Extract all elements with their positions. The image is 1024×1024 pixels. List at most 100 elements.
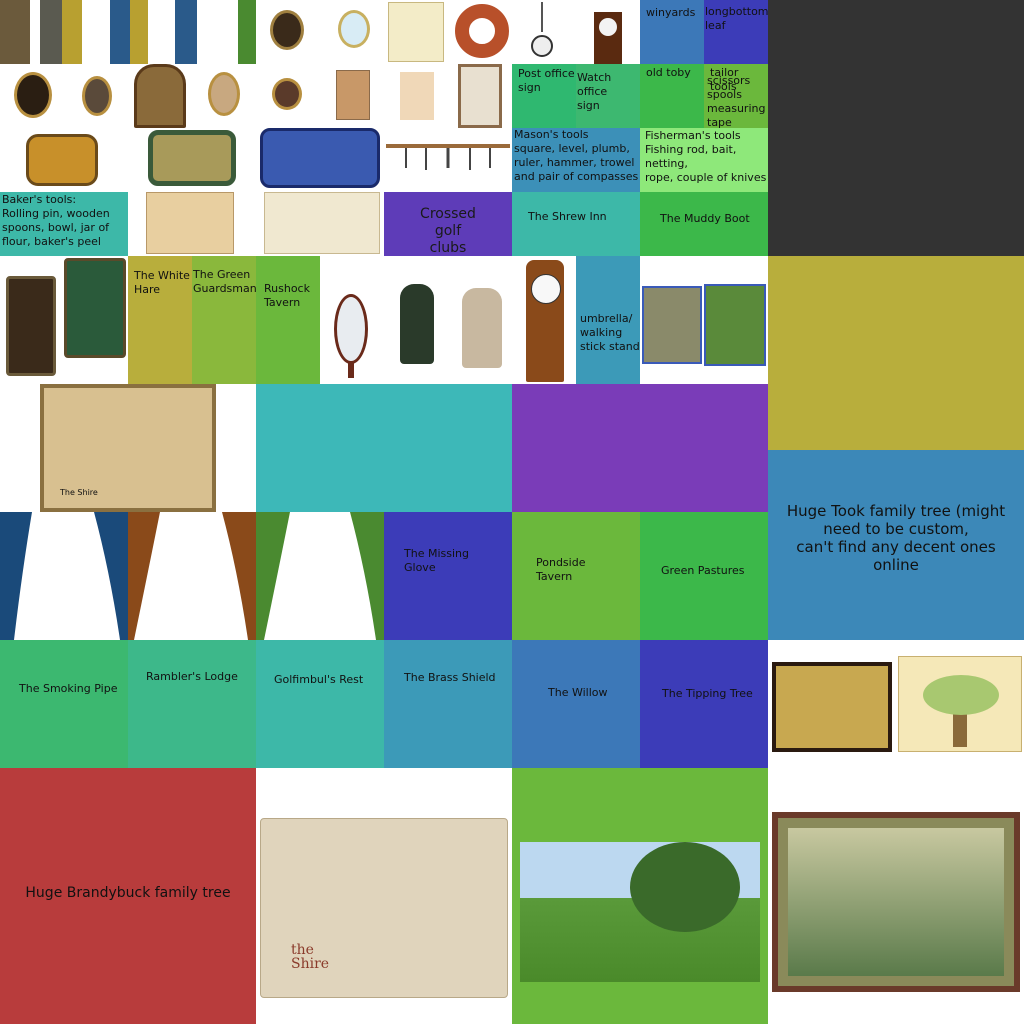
- tools-rack-icon: [386, 144, 510, 170]
- tile-missing-glove: The Missing Glove: [384, 512, 512, 640]
- tile-green-pastures-label: Green Pastures: [661, 564, 745, 577]
- hanging-sign-horse: [64, 258, 126, 358]
- tile-green-landscape: [512, 768, 768, 1024]
- tile-tipping-tree: The Tipping Tree: [640, 640, 768, 768]
- map-small-2: [264, 192, 380, 254]
- painting-path: [704, 284, 766, 366]
- tapestry-framed: [772, 812, 1020, 992]
- tile-umbrella-stand: umbrella/ walking stick stand: [576, 256, 640, 384]
- tile-watch-office-sign-label: Watch office sign: [577, 71, 612, 112]
- tile-took-family-tree: Huge Took family tree (might need to be …: [768, 450, 1024, 640]
- tile-rushock-tavern-label: Rushock Tavern: [264, 282, 310, 309]
- map-small-1: [146, 192, 234, 254]
- calendar-page: [388, 2, 444, 62]
- tile-crossed-golf-clubs: Crossed golf clubs: [384, 192, 512, 256]
- fish-sign: [260, 128, 380, 188]
- tile-muddy-boot: The Muddy Boot: [640, 192, 768, 256]
- portrait-boy: [400, 72, 434, 120]
- tile-bakers-tools-label: Baker's tools: Rolling pin, wooden spoon…: [2, 193, 110, 248]
- shield-sign-gold: [26, 134, 98, 186]
- tile-muddy-boot-label: The Muddy Boot: [660, 212, 750, 225]
- tool-rack: [386, 138, 510, 172]
- curtains-large-icon: [0, 512, 384, 640]
- tile-willow-label: The Willow: [548, 686, 608, 699]
- curtains-icon: [0, 0, 256, 64]
- wreath-icon: [455, 4, 509, 58]
- tile-green-pastures: Green Pastures: [640, 512, 768, 640]
- tile-winyards: winyards: [640, 0, 704, 64]
- tile-brandybuck-family-tree-label: Huge Brandybuck family tree: [25, 885, 231, 901]
- portrait-woman-oval: [208, 72, 240, 116]
- tile-old-toby-label: old toby: [646, 66, 691, 79]
- tile-scissors-label: scissors spools measuring tape: [707, 74, 766, 128]
- tile-pondside-tavern-label: Pondside Tavern: [536, 556, 586, 583]
- hanging-sign-dragon: [6, 276, 56, 376]
- mirror-oval-small: [338, 10, 370, 48]
- portrait-man-hat: [14, 72, 52, 118]
- grandfather-clock-icon: [526, 260, 564, 382]
- tile-pondside-tavern: Pondside Tavern: [512, 512, 640, 640]
- tile-teal-block: [256, 384, 512, 512]
- hanging-robe: [462, 288, 502, 368]
- tile-took-family-tree-label: Huge Took family tree (might need to be …: [786, 502, 1006, 574]
- tile-rushock-tavern: Rushock Tavern: [256, 256, 320, 384]
- painting-harvest: [772, 662, 892, 752]
- portrait-youth: [336, 70, 370, 120]
- relief-plaque: [134, 64, 186, 128]
- tile-white-hare: The White Hare: [128, 256, 192, 384]
- tile-watch-office-sign: Watch office sign: [576, 64, 640, 128]
- tile-missing-glove-label: The Missing Glove: [404, 547, 469, 574]
- tile-golfimbuls-rest-label: Golfimbul's Rest: [274, 673, 364, 686]
- tile-crossed-golf-clubs-label: Crossed golf clubs: [420, 206, 476, 256]
- tile-brandybuck-family-tree: Huge Brandybuck family tree: [0, 768, 256, 1024]
- portrait-girl: [82, 76, 112, 116]
- standing-mirror: [334, 294, 368, 378]
- tile-green-guardsman-label: The Green Guardsman: [193, 268, 256, 295]
- tile-post-office-sign-label: Post office sign: [518, 67, 575, 94]
- shire-map-framed-label: The Shire: [60, 488, 98, 497]
- tile-golfimbuls-rest: Golfimbul's Rest: [256, 640, 384, 768]
- tile-masons-tools-label: Mason's tools square, level, plumb, rule…: [514, 128, 639, 183]
- tile-longbottom-leaf-label: longbottom leaf: [705, 5, 768, 32]
- tile-umbrella-stand-label: umbrella/ walking stick stand: [580, 312, 640, 353]
- portrait-old-man: [272, 78, 302, 110]
- tile-ramblers-lodge-label: Rambler's Lodge: [146, 670, 238, 683]
- tile-smoking-pipe-label: The Smoking Pipe: [19, 682, 118, 695]
- tile-fishermans-tools: Fisherman's tools Fishing rod, bait, net…: [640, 128, 768, 192]
- tile-fishermans-tools-label: Fisherman's tools Fishing rod, bait, net…: [645, 129, 767, 184]
- tile-winyards-label: winyards: [646, 6, 696, 19]
- tile-shrew-inn: The Shrew Inn: [512, 192, 640, 256]
- tile-old-toby: old toby: [640, 64, 704, 128]
- tile-masons-tools: Mason's tools square, level, plumb, rule…: [512, 128, 640, 192]
- tile-dark-block: [768, 0, 1024, 256]
- shield-sign-green: [148, 130, 236, 186]
- tile-brass-shield-label: The Brass Shield: [404, 671, 496, 684]
- tile-tipping-tree-label: The Tipping Tree: [662, 687, 753, 700]
- tile-olive-block: [768, 256, 1024, 450]
- tile-bakers-tools: Baker's tools: Rolling pin, wooden spoon…: [0, 192, 128, 256]
- wall-clock-icon: [530, 2, 554, 62]
- family-tree-chart: [898, 656, 1022, 752]
- grandfather-clock-small-icon: [594, 12, 622, 64]
- green-cloak: [400, 284, 434, 364]
- shire-map-large: the Shire: [260, 818, 508, 998]
- shire-map-framed: The Shire: [40, 384, 216, 512]
- tile-tailor-tools: tailor tools scissors spools measuring t…: [704, 64, 768, 128]
- tile-willow: The Willow: [512, 640, 640, 768]
- tile-smoking-pipe: The Smoking Pipe: [0, 640, 128, 768]
- painting-woman: [642, 286, 702, 364]
- tile-green-guardsman: The Green Guardsman: [192, 256, 256, 384]
- sketch-framed: [458, 64, 502, 128]
- tile-shrew-inn-label: The Shrew Inn: [528, 210, 607, 223]
- curtains-strip-top: [0, 0, 256, 64]
- shire-map-large-label: the Shire: [291, 942, 330, 972]
- painting-green-hill: [520, 842, 760, 982]
- portrait-oval-small: [270, 10, 304, 50]
- tile-white-hare-label: The White Hare: [134, 269, 190, 296]
- tile-violet-block: [512, 384, 768, 512]
- tile-post-office-sign: Post office sign: [512, 64, 576, 128]
- tile-longbottom-leaf: longbottom leaf: [704, 0, 768, 64]
- tile-brass-shield: The Brass Shield: [384, 640, 512, 768]
- tile-ramblers-lodge: Rambler's Lodge: [128, 640, 256, 768]
- curtains-strip-large: [0, 512, 384, 640]
